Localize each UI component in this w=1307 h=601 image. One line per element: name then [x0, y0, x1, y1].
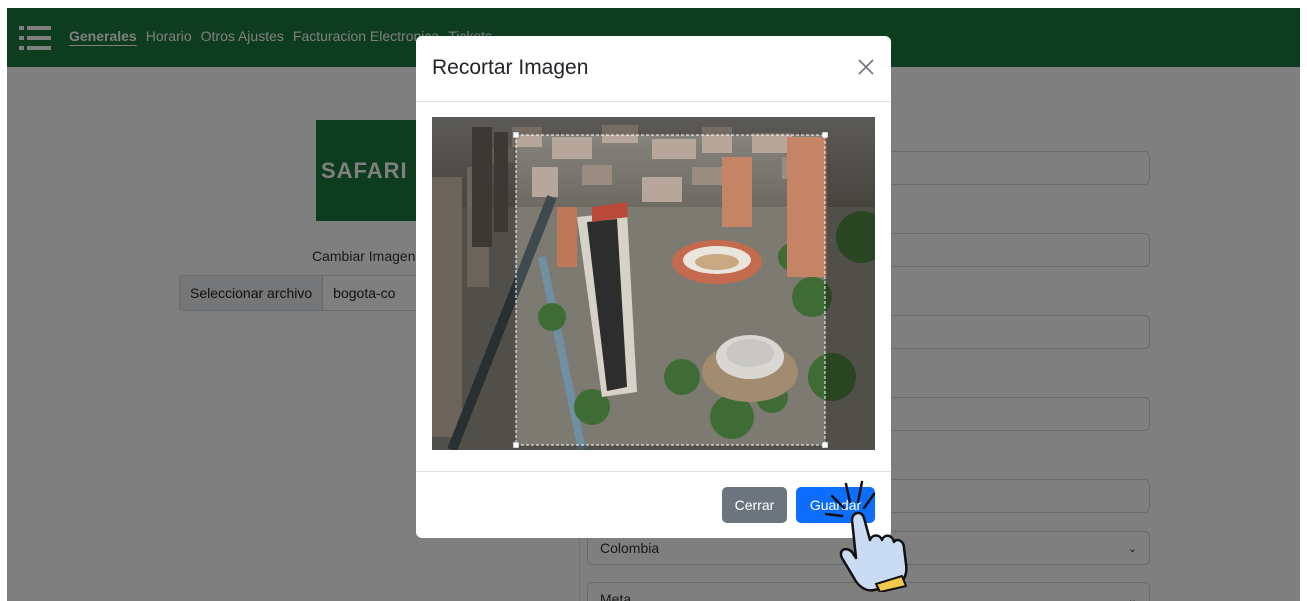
hand-pointer-icon: [824, 480, 908, 592]
crop-image-modal: Recortar Imagen Cerrar Guardar: [416, 36, 891, 538]
city-aerial-image: [432, 117, 875, 450]
close-icon[interactable]: [856, 57, 876, 77]
modal-footer: Cerrar Guardar: [416, 471, 891, 538]
modal-header: Recortar Imagen: [416, 36, 891, 102]
cerrar-button[interactable]: Cerrar: [722, 487, 787, 523]
settings-page: Generales Horario Otros Ajustes Facturac…: [7, 8, 1300, 601]
image-cropper[interactable]: [432, 117, 875, 450]
modal-title: Recortar Imagen: [432, 56, 589, 79]
